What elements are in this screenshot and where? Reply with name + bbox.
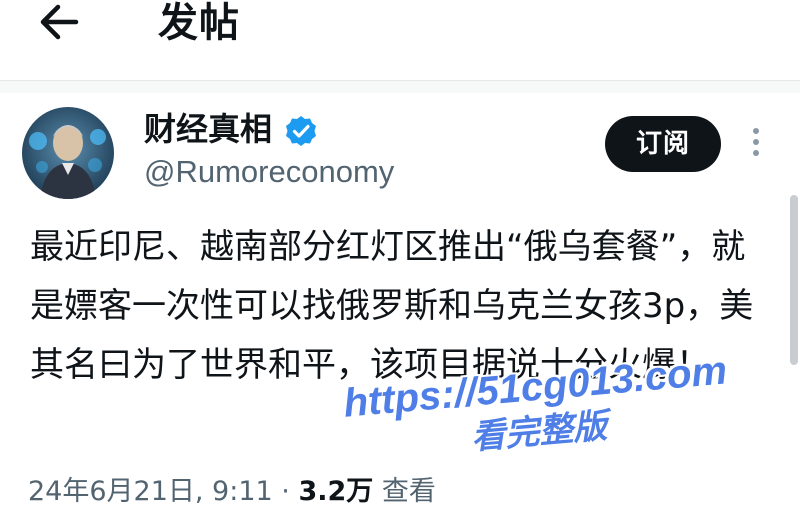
more-dot bbox=[753, 139, 759, 145]
subscribe-button[interactable]: 订阅 bbox=[605, 116, 721, 172]
avatar-image bbox=[22, 107, 114, 199]
avatar[interactable] bbox=[22, 107, 114, 199]
verified-badge-icon bbox=[284, 114, 318, 148]
post-timestamp[interactable]: 24年6月21日, 9:11 · bbox=[28, 476, 298, 507]
section-separator bbox=[0, 81, 800, 93]
author-display-name[interactable]: 财经真相 bbox=[144, 108, 272, 150]
post-meta: 24年6月21日, 9:11 · 3.2万 查看 bbox=[28, 472, 436, 512]
more-vertical-icon[interactable] bbox=[748, 128, 764, 164]
more-dot bbox=[753, 150, 759, 156]
arrow-left-icon[interactable] bbox=[38, 2, 88, 42]
author-handle[interactable]: @Rumoreconomy bbox=[144, 152, 394, 192]
verified-badge-svg bbox=[286, 116, 316, 146]
scrollbar[interactable] bbox=[790, 195, 798, 365]
arrow-left-icon-svg bbox=[40, 4, 79, 40]
more-dot bbox=[753, 128, 759, 134]
top-bar: 发帖 bbox=[0, 0, 800, 70]
view-count-label: 查看 bbox=[373, 476, 436, 507]
page-title: 发帖 bbox=[158, 0, 240, 46]
view-count: 3.2万 bbox=[298, 476, 374, 507]
